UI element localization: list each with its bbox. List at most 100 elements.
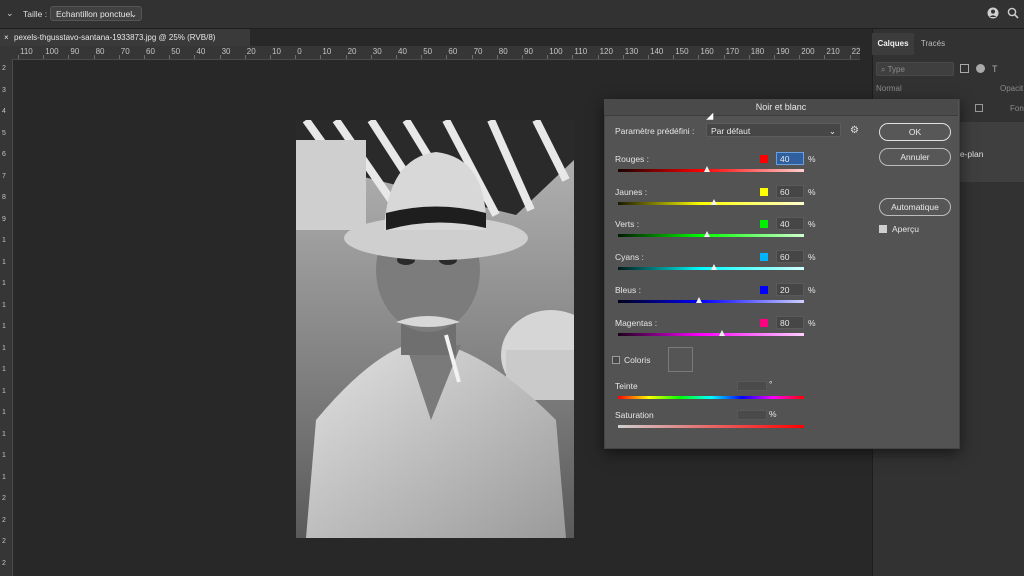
layer-filter-select[interactable]: ⌕ Type: [876, 62, 954, 76]
ruler-label: 7: [2, 172, 6, 180]
cancel-button[interactable]: Annuler: [879, 148, 951, 166]
ruler-tick: [748, 55, 750, 59]
type-filter-icon[interactable]: T: [992, 64, 998, 74]
ruler-label: 60: [448, 47, 458, 56]
ruler-tick: [68, 55, 70, 59]
ruler-label: 120: [599, 47, 613, 56]
percent-sign: %: [808, 252, 816, 263]
tool-preset-chevron-icon[interactable]: ⌄: [6, 8, 14, 19]
percent-input[interactable]: 60: [776, 184, 804, 198]
ruler-label: 22: [851, 47, 860, 56]
auto-button[interactable]: Automatique: [879, 198, 951, 216]
preset-select[interactable]: Par défaut ⌄: [706, 123, 841, 137]
document-tab[interactable]: × pexels-thgusstavo-santana-1933873.jpg …: [0, 29, 250, 46]
gear-icon[interactable]: ⚙: [850, 125, 859, 136]
ruler-label: 3: [2, 86, 6, 94]
slider-thumb[interactable]: [703, 231, 710, 238]
ruler-label: 40: [398, 47, 407, 56]
hue-input[interactable]: [737, 381, 767, 391]
ruler-label: 2: [2, 495, 6, 502]
blend-mode-select[interactable]: Normal: [876, 84, 902, 93]
percent-input[interactable]: 20: [776, 282, 804, 296]
tint-color-swatch[interactable]: [668, 347, 693, 372]
ruler-label: 90: [524, 47, 533, 56]
color-swatch: [760, 155, 768, 163]
slider-thumb[interactable]: [711, 198, 718, 205]
ruler-label: 5: [2, 129, 6, 137]
tint-checkbox[interactable]: [612, 356, 620, 364]
percent-input[interactable]: 80: [776, 315, 804, 329]
color-swatch: [760, 187, 768, 196]
ruler-tick: [547, 55, 549, 59]
slider-thumb[interactable]: [703, 166, 710, 172]
percent-input[interactable]: 40: [776, 217, 804, 231]
user-icon[interactable]: [987, 7, 999, 19]
slider-thumb[interactable]: [718, 329, 725, 336]
close-tab-icon[interactable]: ×: [4, 29, 9, 46]
ruler-label: 1: [2, 301, 6, 309]
ruler-label: 10: [322, 47, 332, 56]
percent-sign: %: [808, 219, 816, 230]
percent-input[interactable]: 60: [776, 250, 804, 264]
tab-layers[interactable]: Calques: [872, 33, 914, 55]
size-label: Taille :: [23, 9, 48, 19]
ruler-tick: [169, 55, 171, 59]
preset-value: Par défaut: [711, 126, 751, 136]
tint-label: Coloris: [624, 355, 651, 365]
document-tab-title: pexels-thgusstavo-santana-1933873.jpg @ …: [14, 33, 216, 42]
saturation-input[interactable]: [737, 410, 767, 420]
ruler-label: 70: [473, 47, 483, 56]
slider-track[interactable]: [618, 332, 804, 336]
ruler-label: 1: [2, 237, 6, 244]
sample-size-select[interactable]: Echantillon ponctuel ⌄: [50, 6, 142, 21]
vertical-ruler[interactable]: 2 3 4 5 6 7 8 9 1 1 1 1 1 1 1 1 1 1 1 1 2 2 2 2: [0, 59, 13, 576]
tab-paths[interactable]: Tracés: [916, 33, 950, 55]
degree-sign: °: [769, 379, 773, 389]
ruler-tick: [849, 55, 851, 59]
ruler-label: 100: [45, 47, 59, 56]
image-filter-icon[interactable]: [960, 64, 969, 73]
slider-thumb[interactable]: [711, 264, 718, 271]
ruler-tick: [194, 55, 196, 59]
slider-label: Verts :: [615, 219, 640, 230]
ruler-tick: [471, 55, 473, 59]
slider-track[interactable]: [618, 234, 804, 238]
lock-icon[interactable]: [975, 104, 983, 112]
hue-gradient[interactable]: [618, 396, 804, 399]
ruler-label: 1: [2, 323, 6, 330]
ruler-tick: [673, 55, 675, 59]
ruler-tick: [774, 55, 775, 59]
ruler-tick: [295, 55, 297, 59]
ruler-label: 90: [70, 47, 80, 56]
ruler-label: 60: [146, 47, 155, 56]
slider-track[interactable]: [618, 169, 804, 172]
preview-checkbox[interactable]: [879, 225, 887, 233]
ruler-corner: [0, 46, 12, 59]
color-swatch: [760, 253, 768, 262]
color-swatch: [760, 285, 768, 294]
ok-button[interactable]: OK: [879, 123, 951, 141]
slider-track[interactable]: [618, 299, 804, 303]
ruler-tick: [723, 55, 725, 59]
ruler-tick: [698, 55, 700, 59]
ruler-tick: [345, 55, 347, 59]
slider-label: Jaunes :: [615, 186, 648, 197]
saturation-percent: %: [769, 409, 777, 419]
horizontal-ruler[interactable]: 110 100 90 80 70 60 50 40 30 20 10 0 10 20 30 40 50 60 70 8…: [12, 46, 860, 60]
saturation-gradient[interactable]: [618, 425, 804, 428]
percent-input[interactable]: 40: [776, 152, 804, 165]
slider-label: Rouges :: [615, 154, 650, 164]
ruler-label: 160: [700, 47, 714, 56]
ruler-label: 80: [95, 47, 105, 56]
ruler-label: 8: [2, 194, 6, 201]
ruler-label: 0: [297, 47, 302, 56]
adjustment-filter-icon[interactable]: [976, 64, 985, 73]
slider-thumb[interactable]: [696, 296, 703, 303]
ruler-label: 150: [675, 47, 689, 56]
ruler-label: 100: [549, 47, 563, 56]
search-icon[interactable]: [1007, 7, 1019, 19]
ruler-tick: [93, 55, 95, 59]
preset-label: Paramètre prédéfini :: [615, 126, 695, 136]
fill-label: Fon: [1010, 104, 1024, 113]
ruler-tick: [396, 55, 397, 59]
